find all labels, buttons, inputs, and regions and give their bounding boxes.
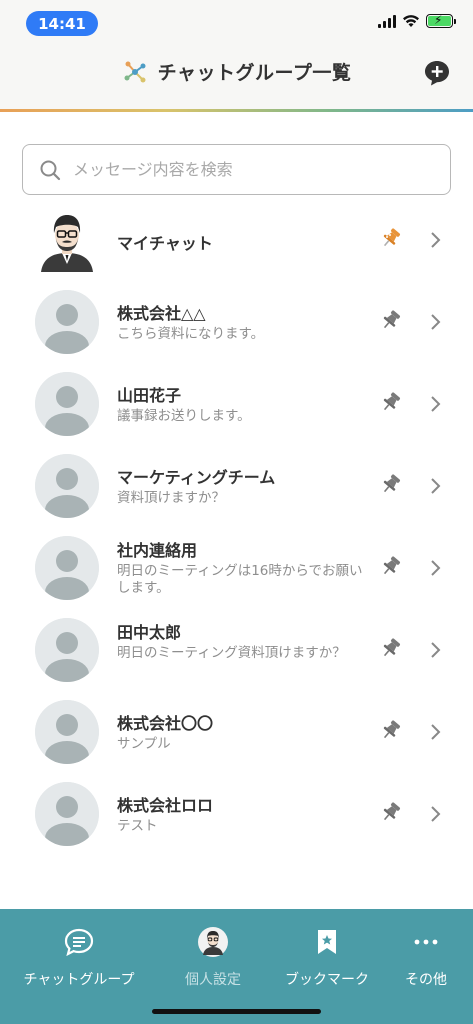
- chat-last-message: こちら資料になります。: [117, 326, 265, 342]
- chat-item-my-chat[interactable]: マイチャット: [0, 199, 473, 281]
- chat-bubble-icon: [64, 928, 94, 956]
- chevron-right-icon: [431, 560, 441, 576]
- page-title: チャットグループ一覧: [157, 62, 352, 84]
- pin-active-icon[interactable]: [380, 227, 402, 249]
- header-divider: [0, 109, 473, 112]
- tab-label: チャットグループ: [23, 972, 135, 988]
- chat-last-message: 明日のミーティング資料頂けますか？: [117, 645, 346, 661]
- tab-other[interactable]: その他: [366, 927, 473, 989]
- more-dots-icon: [414, 939, 438, 945]
- default-avatar: [35, 290, 99, 354]
- pin-icon[interactable]: [380, 719, 402, 741]
- chat-name: 株式会社〇〇: [117, 714, 214, 733]
- chat-last-message: サンプル: [117, 736, 171, 752]
- chat-last-message: 明日のミーティングは16時からでお願いします。: [117, 563, 363, 596]
- tab-label: 個人設定: [185, 972, 241, 988]
- chat-item[interactable]: マーケティングチーム 資料頂けますか？: [0, 445, 473, 527]
- chat-name: マーケティングチーム: [117, 468, 276, 487]
- status-time: 14:41: [26, 11, 98, 36]
- chevron-right-icon: [431, 642, 441, 658]
- chat-name: 社内連絡用: [117, 541, 198, 560]
- profile-avatar-icon: [198, 927, 228, 957]
- chevron-right-icon: [431, 724, 441, 740]
- add-chat-button[interactable]: [423, 59, 451, 87]
- chat-group-list: マイチャット 株式会社△△ こちら資料になります。 山田花子 議事録お送りします…: [0, 199, 473, 855]
- tab-chat-group[interactable]: チャットグループ: [19, 927, 139, 989]
- chevron-right-icon: [431, 478, 441, 494]
- chat-name: 山田花子: [117, 386, 182, 405]
- pin-icon[interactable]: [380, 555, 402, 577]
- chat-last-message: 議事録お送りします。: [117, 408, 251, 424]
- chat-item[interactable]: 株式会社ロロ テスト: [0, 773, 473, 855]
- default-avatar: [35, 536, 99, 600]
- bottom-nav: チャットグループ 個人設定 ブックマーク その他: [0, 909, 473, 1024]
- wifi-icon: [403, 15, 419, 27]
- status-icons: ⚡: [378, 13, 456, 28]
- app-logo-icon: [124, 61, 146, 82]
- default-avatar: [35, 782, 99, 846]
- chevron-right-icon: [431, 396, 441, 412]
- pin-icon[interactable]: [380, 801, 402, 823]
- pin-icon[interactable]: [380, 391, 402, 413]
- chat-item[interactable]: 山田花子 議事録お送りします。: [0, 363, 473, 445]
- app-header: チャットグループ一覧: [0, 44, 473, 110]
- chat-last-message: 資料頂けますか？: [117, 490, 225, 506]
- status-bar: 14:41 ⚡: [0, 0, 473, 44]
- search-icon: [40, 160, 61, 180]
- chat-item[interactable]: 株式会社〇〇 サンプル: [0, 691, 473, 773]
- battery-charging-icon: ⚡: [426, 13, 456, 28]
- search-input[interactable]: [73, 160, 433, 179]
- search-bar[interactable]: [22, 144, 451, 195]
- default-avatar: [35, 454, 99, 518]
- chevron-right-icon: [431, 232, 441, 248]
- home-indicator[interactable]: [152, 1009, 321, 1014]
- chat-name: 株式会社△△: [117, 304, 206, 323]
- chat-name: マイチャット: [117, 234, 213, 253]
- pin-icon[interactable]: [380, 309, 402, 331]
- bookmark-star-icon: [318, 930, 336, 954]
- default-avatar: [35, 618, 99, 682]
- chat-name: 株式会社ロロ: [117, 796, 214, 815]
- chevron-right-icon: [431, 806, 441, 822]
- chat-item[interactable]: 社内連絡用 明日のミーティングは16時からでお願いします。: [0, 527, 473, 609]
- tab-label: その他: [405, 972, 447, 988]
- default-avatar: [35, 372, 99, 436]
- pin-icon[interactable]: [380, 637, 402, 659]
- chat-item[interactable]: 田中太郎 明日のミーティング資料頂けますか？: [0, 609, 473, 691]
- man-with-glasses-avatar: [41, 215, 93, 272]
- chat-last-message: テスト: [117, 818, 158, 834]
- chat-item[interactable]: 株式会社△△ こちら資料になります。: [0, 281, 473, 363]
- default-avatar: [35, 700, 99, 764]
- chat-name: 田中太郎: [117, 623, 182, 642]
- chevron-right-icon: [431, 314, 441, 330]
- pin-icon[interactable]: [380, 473, 402, 495]
- tab-personal-settings[interactable]: 個人設定: [153, 927, 273, 989]
- cellular-signal-icon: [378, 14, 396, 28]
